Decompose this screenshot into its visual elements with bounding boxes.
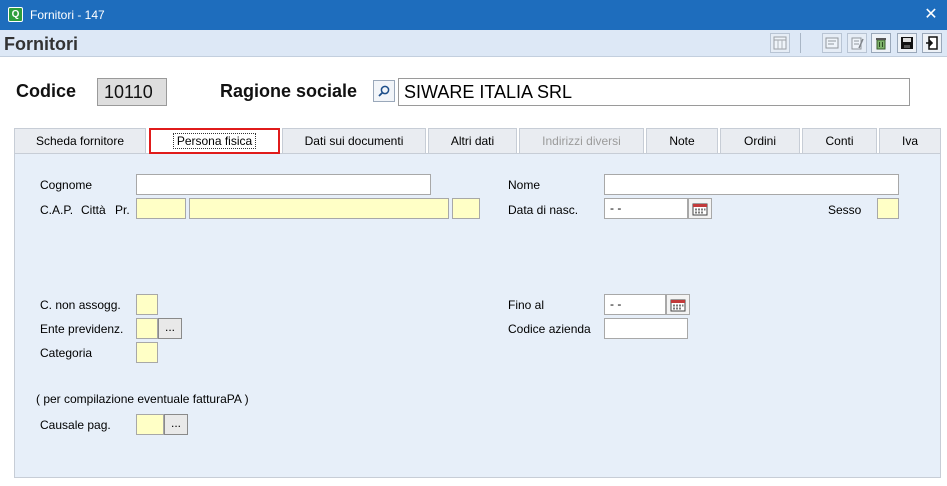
report-icon[interactable] — [822, 33, 842, 53]
fatturapa-note: ( per compilazione eventuale fatturaPA ) — [36, 392, 249, 406]
persona-fisica-panel: Cognome C.A.P. Città Pr. Nome Data di na… — [14, 153, 941, 478]
window-title: Fornitori - 147 — [30, 8, 105, 22]
close-window-button[interactable]: ✕ — [915, 0, 947, 30]
tab-conti[interactable]: Conti — [802, 128, 877, 154]
sesso-label: Sesso — [828, 203, 862, 217]
cap-label: C.A.P. — [40, 203, 74, 217]
exit-door-icon[interactable] — [922, 33, 942, 53]
page-title: Fornitori — [4, 34, 78, 54]
fino-al-label: Fino al — [508, 298, 545, 312]
tab-iva[interactable]: Iva — [879, 128, 941, 154]
data-nascita-label: Data di nasc. — [508, 203, 579, 217]
causale-pag-field[interactable] — [136, 414, 164, 435]
tab-persona-fisica[interactable]: Persona fisica — [149, 128, 280, 154]
codice-label: Codice — [16, 81, 77, 101]
citta-field[interactable] — [189, 198, 449, 219]
nome-field[interactable] — [604, 174, 899, 195]
data-nascita-field[interactable]: - - — [604, 198, 688, 219]
cognome-label: Cognome — [40, 178, 93, 192]
tab-altri-dati[interactable]: Altri dati — [428, 128, 517, 154]
lookup-button[interactable] — [373, 80, 395, 102]
data-nascita-calendar-button[interactable] — [688, 198, 712, 219]
tab-dati-sui-documenti[interactable]: Dati sui documenti — [282, 128, 426, 154]
tab-note[interactable]: Note — [646, 128, 718, 154]
codice-field[interactable]: 10110 — [97, 78, 167, 106]
ragione-sociale-label: Ragione sociale — [220, 81, 358, 101]
nome-label: Nome — [508, 178, 541, 192]
provincia-label: Pr. — [115, 203, 130, 217]
magnifier-icon — [378, 85, 390, 97]
provincia-field[interactable] — [452, 198, 480, 219]
codice-azienda-field[interactable] — [604, 318, 688, 339]
tab-indirizzi-diversi: Indirizzi diversi — [519, 128, 644, 154]
tab-ordini[interactable]: Ordini — [720, 128, 800, 154]
non-assogg-label: C. non assogg. — [40, 298, 121, 312]
ente-previdenz-lookup-button[interactable]: ... — [158, 318, 182, 339]
window-titlebar: Q Fornitori - 147 ✕ — [0, 0, 947, 30]
tab-scheda-fornitore[interactable]: Scheda fornitore — [14, 128, 146, 154]
cap-field[interactable] — [136, 198, 186, 219]
main-content: Codice 10110 Ragione sociale SIWARE ITAL… — [0, 57, 947, 486]
codice-azienda-label: Codice azienda — [508, 322, 591, 336]
ente-previdenz-field[interactable] — [136, 318, 158, 339]
tab-strip: Scheda fornitore Persona fisica Dati sui… — [14, 128, 941, 154]
causale-pag-lookup-button[interactable]: ... — [164, 414, 188, 435]
non-assogg-field[interactable] — [136, 294, 158, 315]
app-icon: Q — [8, 7, 23, 22]
page-header: Fornitori — [0, 30, 947, 57]
cognome-field[interactable] — [136, 174, 431, 195]
ente-previdenz-label: Ente previdenz. — [40, 322, 124, 336]
recycle-bin-icon[interactable] — [871, 33, 891, 53]
sesso-field[interactable] — [877, 198, 899, 219]
fino-al-field[interactable]: - - — [604, 294, 666, 315]
calendar-icon — [692, 203, 708, 215]
fino-al-calendar-button[interactable] — [666, 294, 690, 315]
causale-pag-label: Causale pag. — [40, 418, 111, 432]
citta-label: Città — [81, 203, 106, 217]
categoria-label: Categoria — [40, 346, 93, 360]
edit-document-icon[interactable] — [847, 33, 867, 53]
ragione-sociale-field[interactable]: SIWARE ITALIA SRL — [398, 78, 910, 106]
columns-icon[interactable] — [770, 33, 790, 53]
categoria-field[interactable] — [136, 342, 158, 363]
calendar-icon — [670, 299, 686, 311]
save-disk-icon[interactable] — [897, 33, 917, 53]
